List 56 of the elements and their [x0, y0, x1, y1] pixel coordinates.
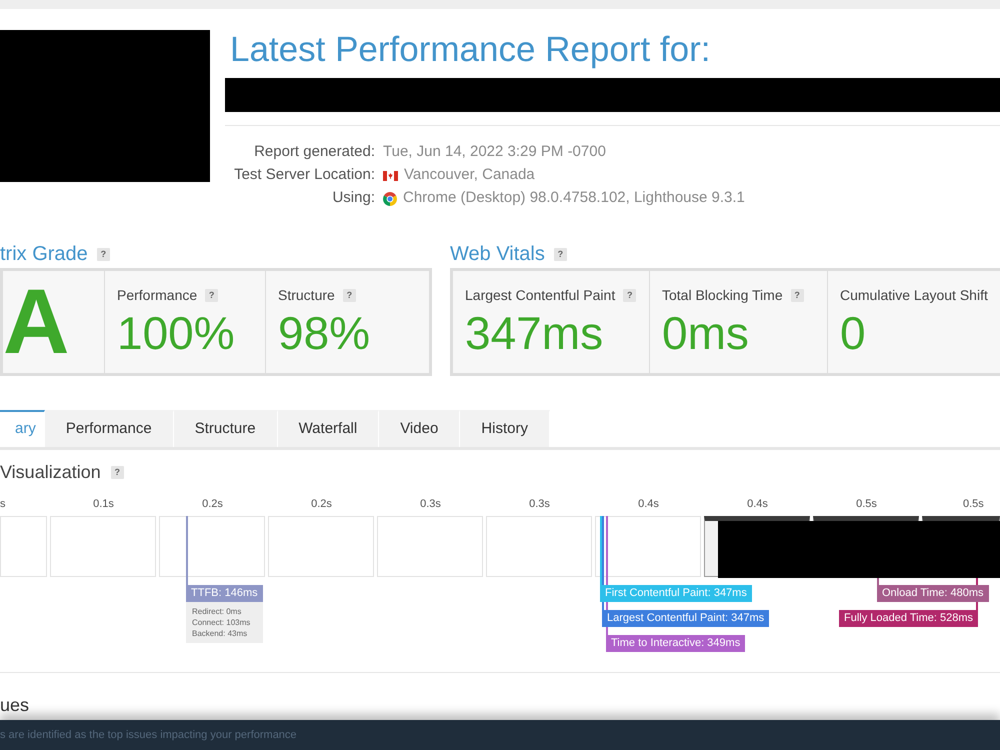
metric-label: Structure	[278, 286, 335, 304]
detail-label: Test Server Location:	[233, 165, 375, 186]
grade-letter: A	[3, 274, 70, 370]
metric-value: 0ms	[662, 306, 750, 360]
notice-text: s are identified as the top issues impacting your performance	[0, 728, 297, 743]
tab[interactable]: Performance	[44, 410, 174, 447]
metric-label: Total Blocking Time	[662, 286, 783, 304]
section-title: Visualization	[0, 460, 101, 484]
help-button[interactable]: ?	[554, 248, 567, 260]
ttfb-detail-text: Backend: 43ms	[192, 628, 248, 639]
marker-label: Onload Time: 480ms	[877, 585, 988, 602]
marker-label: Largest Contentful Paint: 347ms	[602, 610, 770, 627]
time-tick-label: 0.1s	[93, 498, 114, 510]
help-button[interactable]: ?	[623, 288, 636, 302]
time-tick-label: 0.2s	[311, 498, 332, 510]
browser-icon	[383, 192, 397, 206]
section-title: ues	[0, 694, 30, 716]
flag-icon	[383, 170, 398, 180]
detail-value: Tue, Jun 14, 2022 3:29 PM -0700	[383, 142, 606, 162]
help-button[interactable]: ?	[342, 288, 356, 302]
time-tick-label: 0.3s	[420, 498, 441, 510]
metric-value: 347ms	[465, 306, 604, 360]
help-button[interactable]: ?	[205, 288, 218, 302]
time-tick-label: 0.4s	[747, 498, 768, 510]
time-tick-label: 0.2s	[202, 498, 223, 510]
metric-label: Performance	[117, 286, 198, 304]
metric-value: 0	[840, 306, 867, 360]
metric-value: 98%	[278, 306, 372, 360]
time-tick-label: 0.5s	[856, 498, 877, 510]
time-tick-label: s	[0, 498, 6, 510]
ttfb-detail-text: Connect: 103ms	[192, 617, 252, 628]
time-tick-label: 0.5s	[963, 498, 984, 510]
tab[interactable]: Video	[379, 410, 460, 447]
detail-label: Using:	[331, 188, 375, 208]
detail-value: Chrome (Desktop) 98.0.4758.102, Lighthouse 9.3.1	[403, 188, 745, 208]
tab[interactable]: Waterfall	[278, 410, 380, 447]
detail-label: Report generated:	[253, 142, 375, 162]
section-title: trix Grade	[0, 242, 88, 267]
help-button[interactable]: ?	[96, 248, 110, 260]
help-button[interactable]: ?	[110, 466, 124, 478]
time-tick-label: 0.3s	[529, 498, 550, 510]
ttfb-detail-text: Redirect: 0ms	[192, 606, 242, 617]
time-tick-label: 0.4s	[638, 498, 659, 510]
help-button[interactable]: ?	[790, 288, 804, 302]
marker-label: Fully Loaded Time: 528ms	[838, 610, 978, 627]
section-title: Web Vitals	[450, 242, 545, 267]
metric-label: Cumulative Layout Shift	[840, 286, 988, 304]
metric-value: 100%	[117, 306, 236, 360]
metric-label: Largest Contentful Paint	[465, 286, 616, 304]
marker-label: First Contentful Paint: 347ms	[600, 585, 752, 602]
detail-value: Vancouver, Canada	[404, 165, 535, 186]
report-title: Latest Performance Report for:	[229, 30, 712, 70]
tab[interactable]: History	[460, 410, 550, 447]
marker-label: TTFB: 146ms	[186, 585, 263, 602]
marker-label: Time to Interactive: 349ms	[606, 635, 746, 652]
tab[interactable]: Structure	[174, 410, 278, 447]
